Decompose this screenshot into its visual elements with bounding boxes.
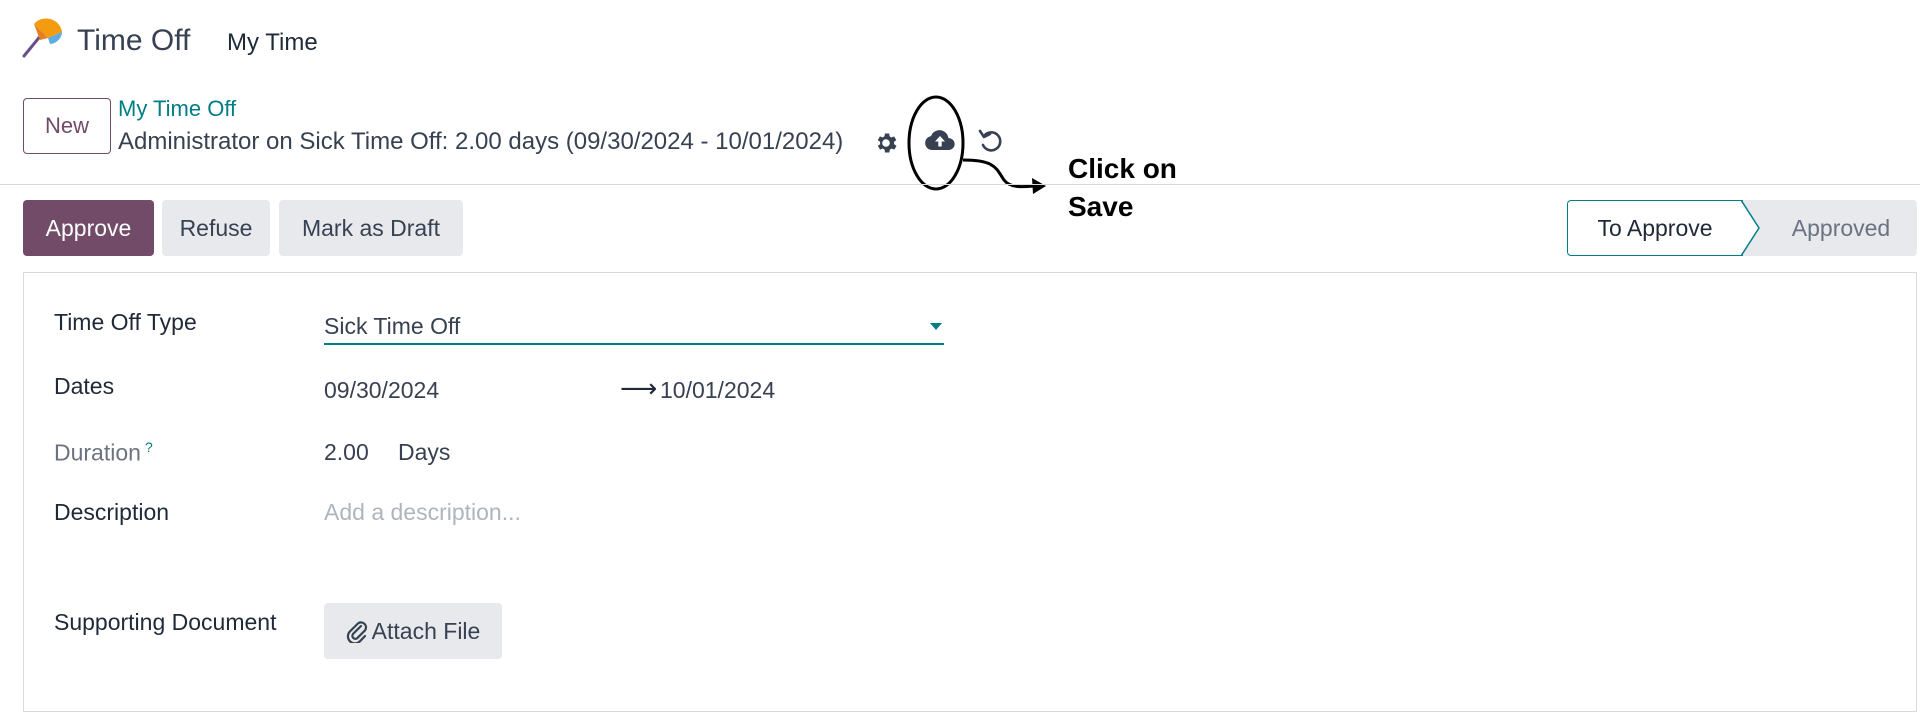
time-off-app-logo[interactable] [20,16,66,58]
duration-unit: Days [398,439,451,465]
status-to-approve[interactable]: To Approve [1567,200,1743,256]
attach-file-label: Attach File [371,617,481,644]
time-off-type-value: Sick Time Off [324,313,461,339]
long-arrow-right-icon: ⟶ [620,373,658,403]
duration-value-field[interactable]: 2.00 [324,439,369,466]
time-off-type-select[interactable]: Sick Time Off [324,309,944,345]
status-chevron [1741,200,1760,256]
paperclip-icon [346,621,367,643]
supporting-document-label: Supporting Document [54,609,277,635]
refuse-button[interactable]: Refuse [162,200,270,256]
annotation-line-2: Save [1068,191,1134,222]
gear-icon[interactable] [873,130,899,156]
approve-button[interactable]: Approve [23,200,154,256]
record-title: Administrator on Sick Time Off: 2.00 day… [118,128,844,155]
date-to-field[interactable]: 10/01/2024 [660,377,775,404]
status-approved[interactable]: Approved [1765,200,1917,256]
date-from-field[interactable]: 09/30/2024 [324,377,439,404]
annotation-line-1: Click on [1068,153,1177,184]
duration-label-text: Duration [54,439,141,466]
nav-item-my-time[interactable]: My Time [227,29,318,57]
annotation-text: Click on Save [1068,150,1228,226]
dates-label: Dates [54,373,115,399]
duration-label: Duration? [54,439,153,467]
app-name[interactable]: Time Off [77,24,190,58]
top-navbar: Time Off My Time [0,0,1920,80]
breadcrumb-my-time-off[interactable]: My Time Off [118,96,236,122]
description-label: Description [54,499,170,525]
control-panel-divider [0,184,1920,185]
caret-down-icon [930,323,942,330]
form-sheet: Time Off Type Sick Time Off Dates 09/30/… [23,272,1917,712]
mark-as-draft-button[interactable]: Mark as Draft [279,200,463,256]
help-tooltip-icon[interactable]: ? [145,439,153,455]
description-field[interactable]: Add a description... [324,499,521,526]
status-bar: To Approve Approved [1567,200,1917,256]
attach-file-button[interactable]: Attach File [324,603,502,659]
time-off-type-label: Time Off Type [54,309,197,335]
new-button[interactable]: New [23,98,111,154]
